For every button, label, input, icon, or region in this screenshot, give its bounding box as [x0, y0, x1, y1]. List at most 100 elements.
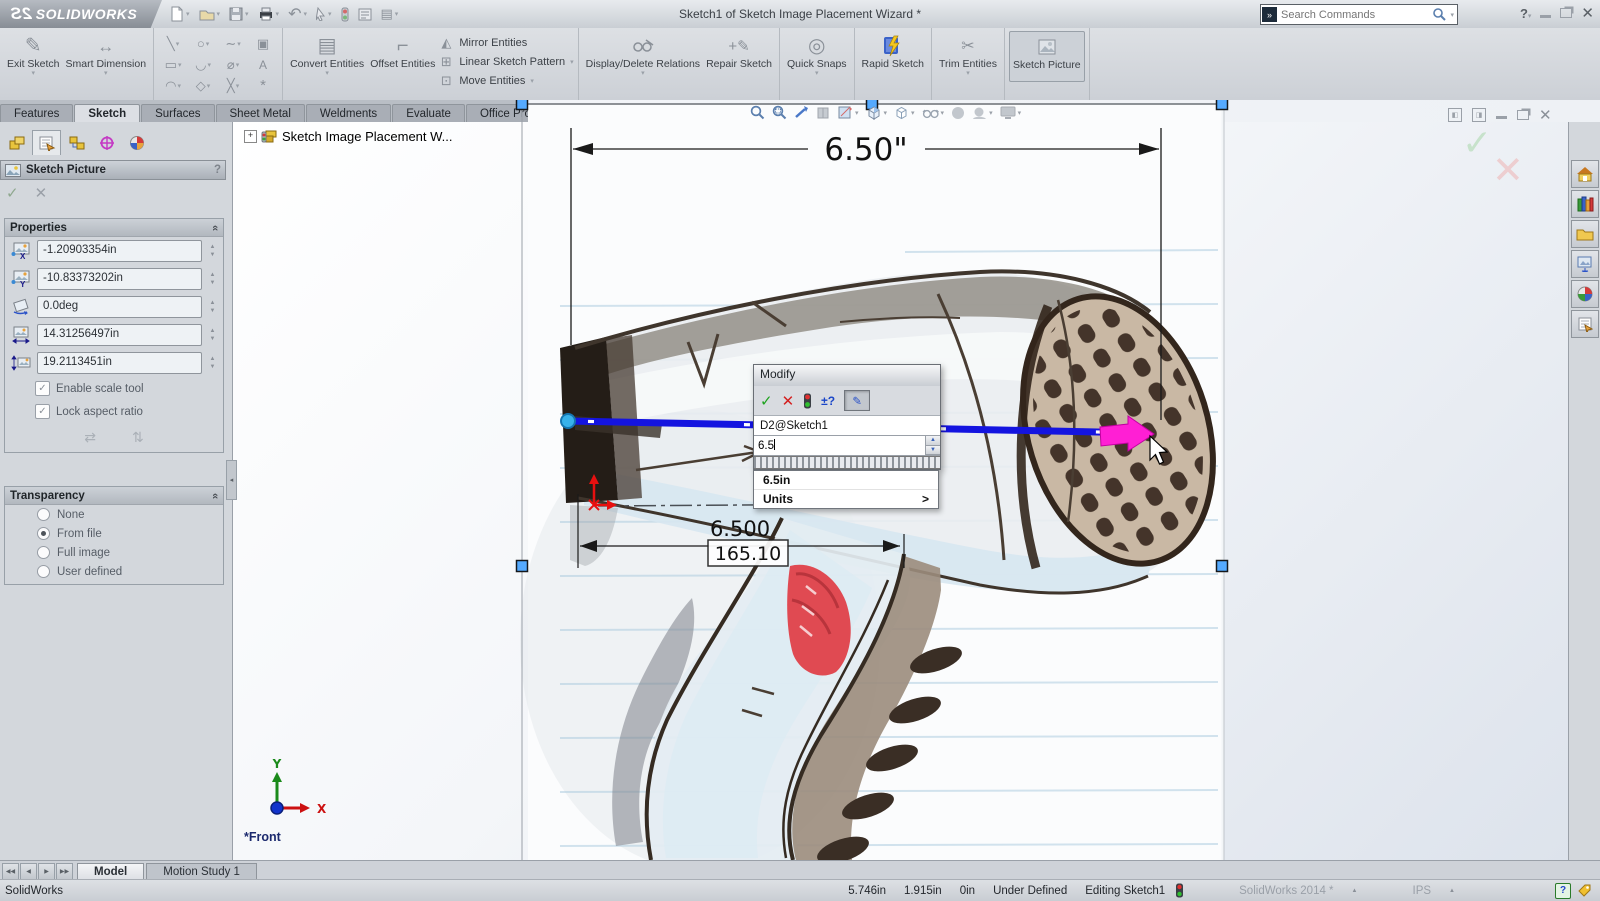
image-width-spinner[interactable]: ▲▼: [206, 328, 219, 342]
tab-sheet-metal[interactable]: Sheet Metal: [216, 104, 305, 122]
image-height-input[interactable]: 19.2113451in: [37, 352, 202, 374]
open-document-button[interactable]: ▾: [199, 7, 221, 21]
tab-scroll-next-button[interactable]: ▶: [38, 863, 55, 880]
file-properties-button[interactable]: ▤▾: [381, 6, 399, 22]
design-library-button[interactable]: [1571, 190, 1599, 218]
minimize-button[interactable]: [1540, 15, 1551, 18]
tab-features[interactable]: Features: [0, 104, 73, 122]
transparency-from-file-radio[interactable]: [37, 527, 50, 540]
view-settings-button[interactable]: ▾: [1000, 106, 1022, 120]
doc-close-icon[interactable]: ✕: [1539, 106, 1552, 124]
image-angle-input[interactable]: 0.0deg: [37, 296, 202, 318]
modify-cancel-icon[interactable]: ✕: [782, 392, 795, 410]
enable-scale-tool-row[interactable]: ✓ Enable scale tool: [5, 377, 223, 400]
quick-snaps-button[interactable]: ◎ Quick Snaps▾: [784, 31, 850, 80]
transparency-user-defined-row[interactable]: User defined: [5, 562, 223, 584]
doc-minimize-icon[interactable]: [1496, 116, 1507, 119]
dropdown-units-item[interactable]: Units>: [754, 489, 938, 508]
search-icon[interactable]: [1432, 7, 1447, 22]
transparency-full-image-radio[interactable]: [37, 546, 50, 559]
modify-dialog[interactable]: Modify ✓ ✕ ±? ✎ D2@Sketch1 6.5 ▲▼: [753, 364, 941, 470]
convert-entities-button[interactable]: ▤ Convert Entities▾: [287, 31, 367, 80]
mirror-entities-button[interactable]: ◭ Mirror Entities: [438, 35, 573, 51]
new-document-button[interactable]: ▾: [170, 6, 190, 22]
repair-sketch-button[interactable]: +✎ Repair Sketch: [703, 31, 775, 80]
restore-button[interactable]: [1560, 8, 1572, 18]
apply-scene-button[interactable]: ▾: [972, 106, 993, 120]
transparency-none-radio[interactable]: [37, 508, 50, 521]
previous-view-button[interactable]: [816, 106, 830, 120]
transparency-group-header[interactable]: Transparency«: [5, 487, 223, 505]
image-x-spinner[interactable]: ▲▼: [206, 244, 219, 258]
modify-thumbwheel[interactable]: [754, 456, 940, 469]
transparency-user-defined-radio[interactable]: [37, 565, 50, 578]
show-feature-pane-icon[interactable]: ◧: [1448, 108, 1462, 122]
collapse-chevron-icon[interactable]: «: [209, 492, 221, 498]
configuration-manager-tab[interactable]: [62, 130, 91, 156]
status-version-selector[interactable]: SolidWorks 2014 *: [1239, 885, 1333, 897]
lock-aspect-ratio-checkbox[interactable]: ✓: [35, 404, 50, 419]
hide-show-items-button[interactable]: ▾: [922, 107, 945, 119]
tab-weldments[interactable]: Weldments: [306, 104, 391, 122]
zoom-to-fit-button[interactable]: [750, 105, 765, 120]
doc-restore-icon[interactable]: [1517, 110, 1529, 120]
rapid-sketch-button[interactable]: Rapid Sketch: [859, 31, 927, 80]
motion-study-tab[interactable]: Motion Study 1: [146, 863, 257, 880]
tab-scroll-prev-button[interactable]: ◀: [20, 863, 37, 880]
transparency-none-row[interactable]: None: [5, 505, 223, 524]
close-button[interactable]: ✕: [1581, 4, 1594, 22]
exit-sketch-button[interactable]: ✎ Exit Sketch▾: [4, 31, 63, 80]
image-height-spinner[interactable]: ▲▼: [206, 356, 219, 370]
line-tool-button[interactable]: ╲▾: [167, 36, 179, 52]
confirm-ok-icon[interactable]: ✓: [1462, 122, 1492, 163]
search-dropdown-icon[interactable]: ▾: [1450, 11, 1454, 19]
move-entities-button[interactable]: ⊡ Move Entities▾: [438, 73, 573, 89]
tree-expand-icon[interactable]: +: [244, 130, 257, 143]
image-y-input[interactable]: -10.83373202in: [37, 268, 202, 290]
smart-dimension-button[interactable]: ↔ Smart Dimension▾: [63, 31, 150, 80]
custom-properties-button[interactable]: [1571, 310, 1599, 338]
zoom-to-area-button[interactable]: [772, 105, 787, 120]
trim-entities-button[interactable]: ✂ Trim Entities▾: [936, 31, 1000, 80]
sketch-picture-button[interactable]: Sketch Picture: [1009, 31, 1085, 82]
image-y-spinner[interactable]: ▲▼: [206, 272, 219, 286]
tab-scroll-first-button[interactable]: ◀◀: [2, 863, 19, 880]
search-scope-icon[interactable]: »: [1262, 7, 1277, 22]
modify-dialog-title[interactable]: Modify: [754, 365, 940, 386]
tab-scroll-last-button[interactable]: ▶▶: [56, 863, 73, 880]
solidworks-resources-button[interactable]: [1571, 160, 1599, 188]
show-display-pane-icon[interactable]: ◨: [1472, 108, 1486, 122]
text-tool-button[interactable]: A: [259, 58, 267, 72]
flip-vertical-icon[interactable]: ⇅: [132, 429, 144, 446]
ellipse-tool-button[interactable]: ⌀▾: [227, 57, 239, 73]
offset-entities-button[interactable]: ⌐ Offset Entities: [367, 31, 438, 80]
arc-tool-button[interactable]: ◡▾: [195, 57, 211, 73]
options-button[interactable]: [358, 7, 372, 21]
panel-collapse-handle[interactable]: ◂: [226, 460, 237, 500]
pm-ok-button[interactable]: ✓: [6, 184, 19, 202]
linear-sketch-pattern-button[interactable]: ⊞ Linear Sketch Pattern▾: [438, 54, 573, 70]
modify-value-text[interactable]: 6.5: [758, 440, 774, 452]
status-tag-icon[interactable]: [1577, 883, 1592, 898]
search-commands-box[interactable]: » ▾: [1260, 4, 1458, 25]
lasso-select-button[interactable]: ▣: [257, 36, 269, 52]
tab-evaluate[interactable]: Evaluate: [392, 104, 465, 122]
pm-help-icon[interactable]: ?: [214, 164, 221, 176]
search-input[interactable]: [1278, 9, 1432, 21]
point-tool-button[interactable]: *: [260, 77, 266, 94]
modify-value-spinner[interactable]: ▲▼: [925, 436, 940, 455]
help-button[interactable]: ?▾: [1520, 6, 1531, 21]
dropdown-value-item[interactable]: 6.5in: [754, 471, 938, 489]
circle-tool-button[interactable]: ○▾: [197, 36, 209, 51]
save-button[interactable]: ▾: [229, 7, 249, 21]
transparency-full-image-row[interactable]: Full image: [5, 543, 223, 562]
file-explorer-button[interactable]: [1571, 220, 1599, 248]
status-units-selector[interactable]: IPS: [1413, 885, 1432, 897]
status-help-icon[interactable]: ?: [1555, 883, 1571, 899]
property-manager-tab[interactable]: [32, 130, 61, 155]
modify-reverse-icon[interactable]: ±?: [821, 394, 835, 408]
rebuild-button[interactable]: [341, 7, 349, 22]
print-button[interactable]: ▾: [258, 7, 280, 21]
polygon-tool-button[interactable]: ◇▾: [196, 78, 211, 94]
properties-group-header[interactable]: Properties«: [5, 219, 223, 237]
